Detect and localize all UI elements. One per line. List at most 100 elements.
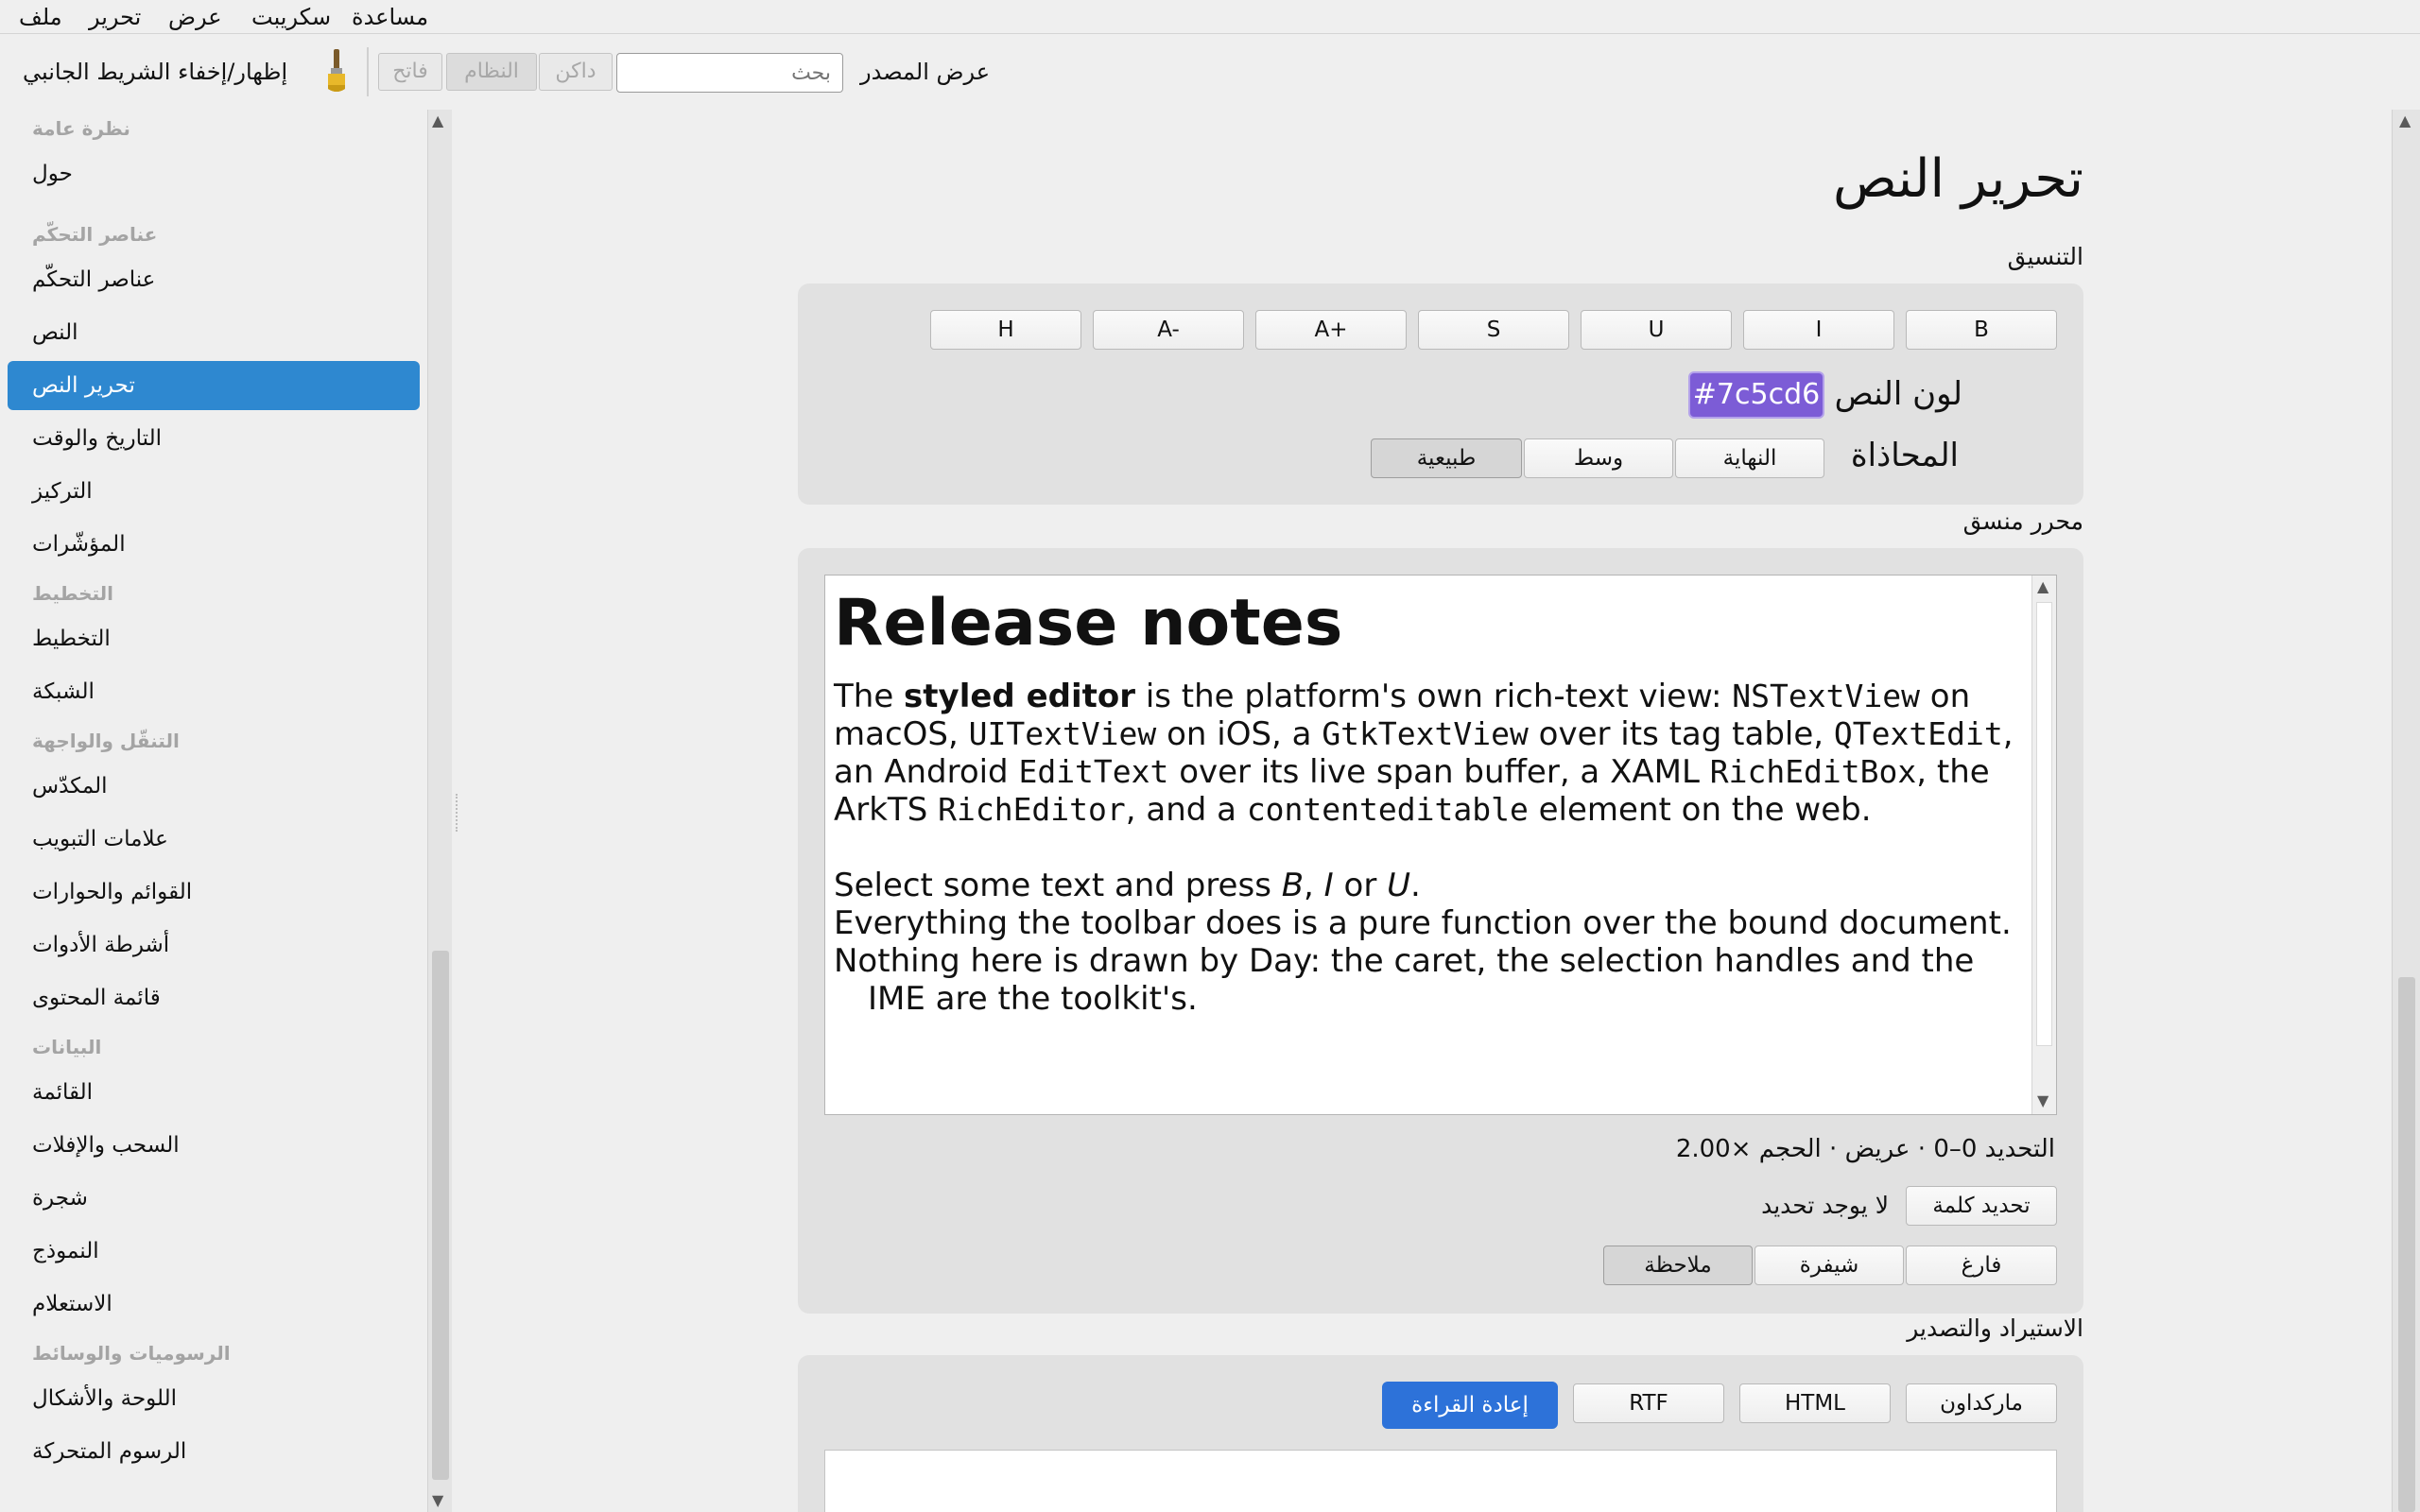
export-markdown-button[interactable]: ماركداون	[1906, 1383, 2057, 1423]
sidebar-section-header: نظرة عامة	[32, 117, 130, 140]
code-span: RichEditBox	[1709, 753, 1917, 790]
theme-light-button[interactable]: فاتح	[378, 53, 442, 91]
sidebar-item[interactable]: القوائم والحوارات	[8, 868, 420, 917]
italic-button[interactable]: I	[1743, 310, 1894, 350]
sidebar-item[interactable]: حول	[8, 149, 420, 198]
sidebar-item[interactable]: التخطيط	[8, 614, 420, 663]
rich-editor-section-label: محرر منسق	[1962, 507, 2083, 535]
code-span: UITextView	[968, 715, 1157, 752]
strikethrough-button[interactable]: S	[1418, 310, 1569, 350]
code-span: QTextEdit	[1833, 715, 2003, 752]
text-span: over its live span buffer, a XAML	[1168, 753, 1710, 791]
text-color-swatch[interactable]: #7c5cd6	[1688, 371, 1824, 419]
sidebar-section-header: الرسوميات والوسائط	[32, 1342, 231, 1365]
text-span: , and a	[1125, 791, 1247, 829]
italic-span: U	[1387, 867, 1410, 904]
sidebar-item[interactable]: المؤشّرات	[8, 520, 420, 569]
text-span: Select some text and press	[834, 867, 1282, 904]
text-span: over its tag table,	[1528, 715, 1834, 753]
editor-paragraph: Everything the toolbar does is a pure fu…	[834, 904, 2012, 942]
underline-button[interactable]: U	[1581, 310, 1732, 350]
page-title: تحرير النص	[1832, 148, 2083, 210]
menu-bar: ملف تحرير عرض سكريبت مساعدة	[0, 0, 2420, 34]
sidebar-item[interactable]: التركيز	[8, 467, 420, 516]
code-span: NSTextView	[1732, 678, 1920, 714]
editor-scrollbar[interactable]: ▲ ▼	[2031, 576, 2056, 1114]
rich-text-editor[interactable]: Release notes The styled editor is the p…	[824, 575, 2057, 1115]
formatting-section-label: التنسيق	[2007, 243, 2083, 270]
formatting-panel: B I U S A+ A- H لون النص المحاذاة النهاي…	[798, 284, 2083, 505]
main-scroll-thumb[interactable]	[2398, 977, 2415, 1512]
sidebar-item[interactable]: شجرة	[8, 1174, 420, 1223]
text-span: element on the web.	[1528, 791, 1872, 829]
sidebar-item[interactable]: السحب والإفلات	[8, 1121, 420, 1170]
menu-view[interactable]: عرض	[168, 2, 222, 32]
export-output-area[interactable]	[824, 1450, 2057, 1512]
sidebar-section-header: عناصر التحكّم	[32, 223, 158, 246]
editor-content[interactable]: Release notes The styled editor is the p…	[834, 581, 2027, 1018]
sidebar-item[interactable]: النموذج	[8, 1227, 420, 1276]
sidebar-item[interactable]: اللوحة والأشكال	[8, 1374, 420, 1423]
sidebar-section-header: التخطيط	[32, 582, 114, 605]
menu-script[interactable]: سكريبت	[251, 2, 331, 32]
italic-span: I	[1323, 867, 1334, 904]
load-code-button[interactable]: شيفرة	[1754, 1246, 1904, 1285]
decrease-size-button[interactable]: A-	[1093, 310, 1244, 350]
sidebar-item[interactable]: الشبكة	[8, 667, 420, 716]
scroll-up-icon[interactable]: ▲	[2399, 113, 2411, 129]
toggle-sidebar-button[interactable]: إظهار/إخفاء الشريط الجانبي	[23, 34, 287, 110]
view-source-button[interactable]: عرض المصدر	[860, 34, 990, 110]
main-scrollbar[interactable]: ▲	[2392, 110, 2420, 1512]
load-empty-button[interactable]: فارغ	[1906, 1246, 2057, 1285]
editor-paragraph: The styled editor is the platform's own …	[834, 678, 2027, 829]
export-html-button[interactable]: HTML	[1739, 1383, 1891, 1423]
sidebar-item[interactable]: القائمة	[8, 1068, 420, 1117]
sidebar-item[interactable]: قائمة المحتوى	[8, 973, 420, 1022]
editor-heading: Release notes	[834, 586, 1343, 661]
scroll-down-icon[interactable]: ▼	[2037, 1093, 2048, 1108]
alignment-label: المحاذاة	[1850, 437, 1959, 474]
text-span: or	[1333, 867, 1388, 904]
sidebar-item[interactable]: تحرير النص	[8, 361, 420, 410]
selection-status: التحديد 0–0 · عريض · الحجم ×2.00	[1675, 1135, 2055, 1163]
sidebar-item[interactable]: الاستعلام	[8, 1280, 420, 1329]
sidebar-item[interactable]: التاريخ والوقت	[8, 414, 420, 463]
sidebar-item[interactable]: الرسوم المتحركة	[8, 1427, 420, 1476]
sidebar-item[interactable]: علامات التبويب	[8, 815, 420, 864]
align-end-button[interactable]: النهاية	[1675, 438, 1824, 478]
menu-help[interactable]: مساعدة	[352, 2, 428, 32]
editor-paragraph: Nothing here is drawn by Day: the caret,…	[834, 942, 1975, 1018]
paintbrush-icon[interactable]	[323, 47, 350, 96]
sidebar-section-header: البيانات	[32, 1036, 102, 1058]
sidebar-item[interactable]: أشرطة الأدوات	[8, 920, 420, 970]
sidebar-scrollbar[interactable]: ▲ ▼	[427, 110, 452, 1512]
theme-system-button[interactable]: النظام	[446, 53, 537, 91]
sidebar-scroll-thumb[interactable]	[432, 951, 449, 1480]
scroll-up-icon[interactable]: ▲	[432, 113, 443, 129]
text-span: .	[1410, 867, 1421, 904]
scroll-down-icon[interactable]: ▼	[432, 1493, 443, 1508]
splitter-handle[interactable]	[456, 794, 459, 832]
menu-file[interactable]: ملف	[19, 2, 62, 32]
theme-dark-button[interactable]: داكن	[539, 53, 613, 91]
bold-button[interactable]: B	[1906, 310, 2057, 350]
text-color-label: لون النص	[1834, 375, 1962, 413]
reread-button[interactable]: إعادة القراءة	[1382, 1382, 1558, 1429]
scroll-up-icon[interactable]: ▲	[2037, 579, 2048, 594]
no-selection-text: لا يوجد تحديد	[1761, 1192, 1889, 1219]
highlight-button[interactable]: H	[930, 310, 1081, 350]
sidebar-item[interactable]: المكدّس	[8, 762, 420, 811]
bold-span: styled editor	[904, 678, 1136, 715]
increase-size-button[interactable]: A+	[1255, 310, 1407, 350]
editor-scroll-thumb[interactable]	[2036, 602, 2052, 1046]
editor-paragraph: Select some text and press B, I or U.	[834, 867, 2027, 904]
load-note-button[interactable]: ملاحظة	[1603, 1246, 1753, 1285]
export-rtf-button[interactable]: RTF	[1573, 1383, 1724, 1423]
select-word-button[interactable]: تحديد كلمة	[1906, 1186, 2057, 1226]
sidebar-item[interactable]: النص	[8, 308, 420, 357]
search-input[interactable]	[616, 53, 843, 93]
menu-edit[interactable]: تحرير	[89, 2, 141, 32]
align-center-button[interactable]: وسط	[1524, 438, 1673, 478]
align-natural-button[interactable]: طبيعية	[1371, 438, 1522, 478]
sidebar-item[interactable]: عناصر التحكّم	[8, 255, 420, 304]
